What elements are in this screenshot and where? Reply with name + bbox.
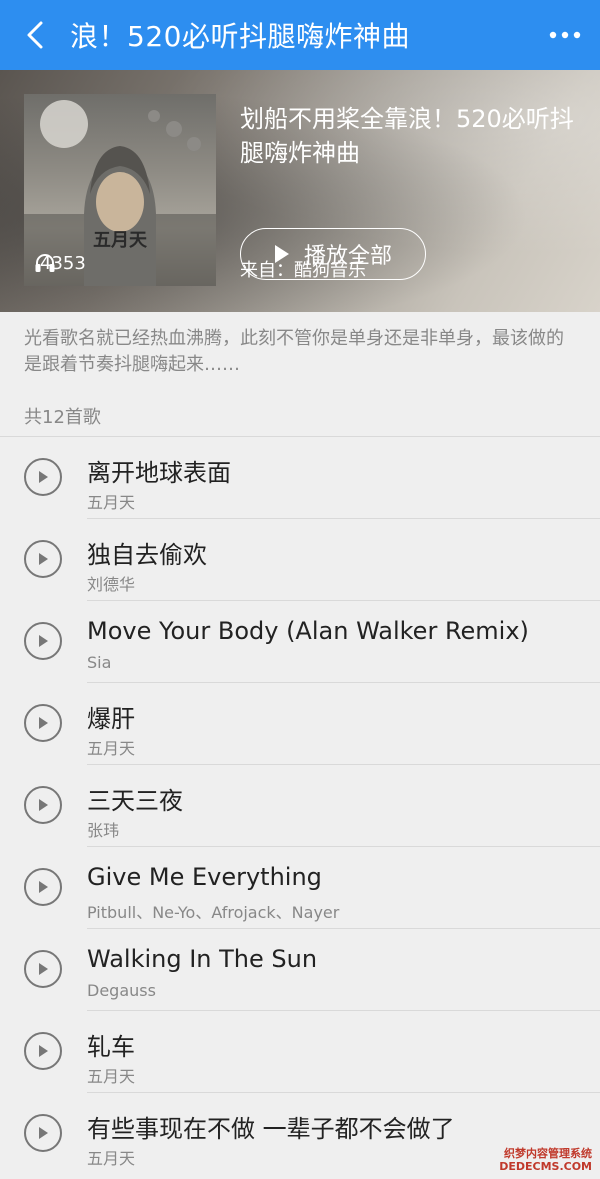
- svg-text:五月天: 五月天: [93, 230, 148, 251]
- top-bar: 浪！520必听抖腿嗨炸神曲: [0, 0, 600, 70]
- song-artist: Degauss: [87, 981, 156, 1000]
- song-play-button[interactable]: [24, 868, 62, 906]
- song-title: 有些事现在不做 一辈子都不会做了: [87, 1115, 455, 1143]
- song-play-button[interactable]: [24, 950, 62, 988]
- play-icon: [39, 963, 48, 975]
- page-title: 浪！520必听抖腿嗨炸神曲: [70, 20, 410, 53]
- back-button[interactable]: [0, 0, 70, 70]
- song-artist: 刘德华: [87, 575, 136, 594]
- playlist-header: 五月天 4353 划船不用桨全靠浪！520必听抖腿嗨炸神曲 来自：酷狗音乐 播放…: [0, 70, 600, 312]
- play-icon: [39, 717, 48, 729]
- song-row[interactable]: 三天三夜 张玮: [0, 765, 600, 847]
- playlist-description: 光看歌名就已经热血沸腾，此刻不管你是单身还是非单身，最该做的是跟着节奏抖腿嗨起来…: [24, 328, 564, 375]
- more-icon: [549, 31, 581, 39]
- song-play-button[interactable]: [24, 540, 62, 578]
- song-row[interactable]: Move Your Body (Alan Walker Remix) Sia: [0, 601, 600, 683]
- play-icon: [39, 635, 48, 647]
- song-row[interactable]: 独自去偷欢 刘德华: [0, 519, 600, 601]
- song-title: 独自去偷欢: [87, 541, 207, 569]
- play-all-button[interactable]: 播放全部: [240, 228, 426, 280]
- song-play-button[interactable]: [24, 622, 62, 660]
- play-icon: [39, 553, 48, 565]
- song-artist: Sia: [87, 653, 112, 672]
- song-title: Walking In The Sun: [87, 945, 318, 973]
- play-all-label: 播放全部: [303, 244, 392, 269]
- watermark-line2: DEDECMS.COM: [499, 1160, 592, 1173]
- play-icon: [39, 1127, 48, 1139]
- song-title: 轧车: [87, 1033, 135, 1061]
- song-title: Give Me Everything: [87, 863, 322, 891]
- song-play-button[interactable]: [24, 704, 62, 742]
- song-play-button[interactable]: [24, 1114, 62, 1152]
- play-icon: [39, 799, 48, 811]
- song-row[interactable]: 轧车 五月天: [0, 1011, 600, 1093]
- song-artist: 五月天: [87, 493, 136, 512]
- watermark-line1: 织梦内容管理系统: [504, 1147, 592, 1160]
- song-title: Move Your Body (Alan Walker Remix): [87, 617, 529, 645]
- song-play-button[interactable]: [24, 786, 62, 824]
- song-artist: 五月天: [87, 1149, 136, 1168]
- song-title: 爆肝: [87, 705, 135, 733]
- song-row[interactable]: Give Me Everything Pitbull、Ne-Yo、Afrojac…: [0, 847, 600, 929]
- play-count: 4353: [34, 253, 86, 274]
- song-play-button[interactable]: [24, 458, 62, 496]
- song-row[interactable]: 离开地球表面 五月天: [0, 437, 600, 519]
- song-title: 三天三夜: [87, 787, 183, 815]
- song-row[interactable]: 爆肝 五月天: [0, 683, 600, 765]
- more-button[interactable]: [530, 0, 600, 70]
- watermark: 织梦内容管理系统 DEDECMS.COM: [499, 1147, 592, 1173]
- play-icon: [39, 471, 48, 483]
- song-count: 共12首歌: [24, 407, 101, 428]
- play-icon: [39, 1045, 48, 1057]
- play-icon: [39, 881, 48, 893]
- song-artist: 张玮: [87, 821, 120, 840]
- song-title: 离开地球表面: [87, 459, 231, 487]
- headphones-icon: [35, 254, 55, 272]
- play-icon: [274, 245, 289, 263]
- chevron-left-icon: [27, 21, 43, 49]
- song-artist: 五月天: [87, 739, 136, 758]
- playlist-cover[interactable]: 五月天 4353: [24, 94, 216, 286]
- song-artist: 五月天: [87, 1067, 136, 1086]
- song-row[interactable]: Walking In The Sun Degauss: [0, 929, 600, 1011]
- playlist-title: 划船不用桨全靠浪！520必听抖腿嗨炸神曲: [240, 105, 574, 167]
- song-list: 离开地球表面 五月天 独自去偷欢 刘德华 Move Your Body (Ala…: [0, 437, 600, 1175]
- song-play-button[interactable]: [24, 1032, 62, 1070]
- song-artist: Pitbull、Ne-Yo、Afrojack、Nayer: [87, 903, 340, 922]
